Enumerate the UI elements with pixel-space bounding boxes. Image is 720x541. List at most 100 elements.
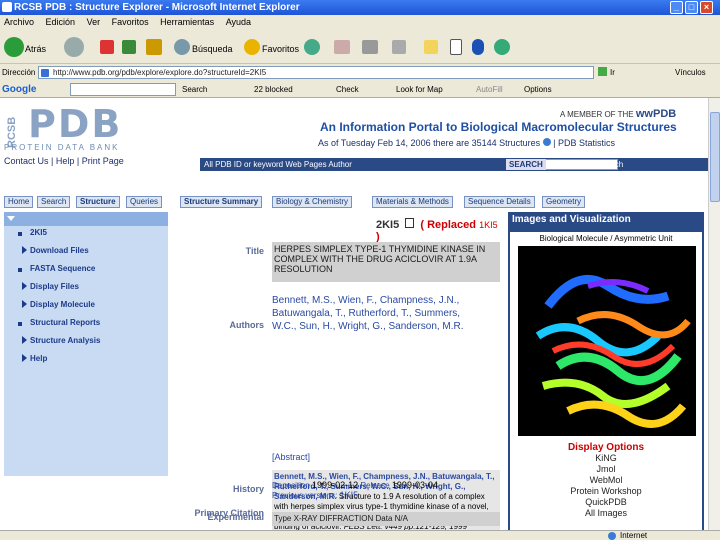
history-dates: Deposition 1999-02-12 Release 1999-03-04 [272, 480, 438, 490]
research-icon[interactable] [450, 39, 462, 55]
replaced-id-link[interactable]: 1KI5 [479, 220, 498, 230]
nav-item-help[interactable]: Help [30, 354, 47, 363]
protein-structure-render [518, 246, 696, 436]
go-arrow-icon[interactable] [598, 67, 607, 76]
option-king[interactable]: KiNG [510, 453, 702, 464]
previous-version-link[interactable]: 1KI5 [340, 490, 359, 500]
search-label[interactable]: Búsqueda [192, 44, 233, 54]
structure-count-text: As of Tuesday Feb 14, 2006 there are 351… [318, 138, 616, 148]
tab-bar: Home Search Structure Queries Structure … [4, 196, 704, 208]
pdb-statistics-link[interactable]: PDB Statistics [558, 138, 615, 148]
page-viewport: RCSB PDB PROTEIN DATA BANK A MEMBER OF T… [0, 98, 708, 530]
people-icon[interactable] [494, 39, 510, 55]
home-icon[interactable] [146, 39, 162, 55]
scroll-thumb[interactable] [710, 112, 720, 202]
menu-edicion[interactable]: Edición [46, 17, 76, 27]
google-search-input[interactable] [70, 83, 176, 96]
bullet-icon [18, 268, 22, 272]
authors-label: Authors [229, 320, 265, 330]
popup-blocked-label[interactable]: 22 blocked [254, 81, 293, 98]
address-url: http://www.pdb.org/pdb/explore/explore.d… [53, 68, 267, 77]
search-button[interactable]: SEARCH [506, 159, 546, 170]
maximize-button[interactable]: □ [685, 1, 698, 14]
look-for-map-button[interactable]: Look for Map [396, 81, 443, 98]
nav-item-download-files[interactable]: Download Files [30, 246, 89, 255]
close-button[interactable]: × [700, 1, 713, 14]
go-label[interactable]: Ir [610, 64, 615, 81]
edit-icon[interactable] [392, 40, 406, 54]
window-title-bar: RCSB PDB : Structure Explorer - Microsof… [0, 0, 720, 15]
authors-value[interactable]: Bennett, M.S., Wien, F., Champness, J.N.… [272, 294, 482, 333]
spell-check-button[interactable]: Check [336, 81, 359, 98]
abstract-link[interactable]: [Abstract] [272, 452, 310, 462]
links-label[interactable]: Vínculos [675, 64, 706, 81]
history-icon[interactable] [304, 39, 320, 55]
favorites-star-icon[interactable] [244, 39, 260, 55]
address-input[interactable]: http://www.pdb.org/pdb/explore/explore.d… [38, 66, 594, 79]
search-bar: All PDB ID or keyword Web Pages Author S… [200, 158, 708, 171]
tab-biology-chemistry[interactable]: Biology & Chemistry [272, 196, 353, 208]
nav-item-display-molecule[interactable]: Display Molecule [30, 300, 95, 309]
favorites-label[interactable]: Favoritos [262, 44, 299, 54]
title-label: Title [245, 246, 264, 256]
print-icon[interactable] [362, 40, 378, 54]
search-options[interactable]: All PDB ID or keyword Web Pages Author [204, 160, 352, 169]
nav-item-fasta-sequence[interactable]: FASTA Sequence [30, 264, 95, 273]
option-protein-workshop[interactable]: Protein Workshop [510, 486, 702, 497]
menu-bar: Archivo Edición Ver Favoritos Herramient… [0, 15, 720, 30]
option-all-images[interactable]: All Images [510, 508, 702, 519]
window-title: RCSB PDB : Structure Explorer - Microsof… [14, 2, 300, 13]
arrow-icon [22, 336, 27, 344]
bullet-icon [18, 232, 22, 236]
option-jmol[interactable]: Jmol [510, 464, 702, 475]
messenger-icon[interactable] [424, 40, 438, 54]
title-value: HERPES SIMPLEX TYPE-1 THYMIDINE KINASE I… [272, 242, 500, 282]
tab-materials-methods[interactable]: Materials & Methods [372, 196, 453, 208]
search-icon[interactable] [174, 39, 190, 55]
menu-favoritos[interactable]: Favoritos [112, 17, 149, 27]
status-bar: Internet [0, 530, 720, 540]
images-panel: Images and Visualization Biological Mole… [508, 212, 704, 530]
collapse-triangle-icon[interactable] [7, 216, 15, 221]
refresh-icon[interactable] [122, 40, 136, 54]
back-arrow-icon[interactable] [4, 37, 24, 57]
bluetooth-icon[interactable] [472, 39, 484, 55]
menu-ver[interactable]: Ver [87, 17, 101, 27]
stop-icon[interactable] [100, 40, 114, 54]
nav-item-structural-reports[interactable]: Structural Reports [30, 318, 100, 327]
ie-icon [2, 2, 12, 12]
google-toolbar: Google Search 22 blocked Check Look for … [0, 81, 720, 98]
google-search-button[interactable]: Search [182, 81, 207, 98]
google-logo[interactable]: Google [2, 81, 36, 98]
tab-queries[interactable]: Queries [126, 196, 163, 208]
option-quickpdb[interactable]: QuickPDB [510, 497, 702, 508]
tab-sequence-details[interactable]: Sequence Details [464, 196, 535, 208]
back-label[interactable]: Atrás [25, 44, 46, 54]
top-links[interactable]: Contact Us | Help | Print Page [4, 156, 124, 166]
pdb-logo[interactable]: PDB [28, 105, 153, 143]
nav-item-structure-analysis[interactable]: Structure Analysis [30, 336, 100, 345]
menu-herramientas[interactable]: Herramientas [160, 17, 214, 27]
summary-lower: [Abstract] History Deposition 1999-02-12… [180, 452, 504, 530]
tab-geometry[interactable]: Geometry [542, 196, 586, 208]
vertical-scrollbar[interactable] [708, 98, 720, 530]
advanced-search-link[interactable]: Advanced Search [560, 158, 623, 171]
portal-heading: An Information Portal to Biological Macr… [320, 120, 677, 134]
option-webmol[interactable]: WebMol [510, 475, 702, 486]
forward-arrow-icon[interactable] [64, 37, 84, 57]
mail-icon[interactable] [334, 40, 350, 54]
autofill-button[interactable]: AutoFill [476, 81, 503, 98]
tab-structure[interactable]: Structure [76, 196, 120, 208]
molecule-image[interactable] [518, 246, 696, 436]
tab-home[interactable]: Home [4, 196, 34, 208]
arrow-icon [22, 282, 27, 290]
tab-search[interactable]: Search [37, 196, 71, 208]
menu-ayuda[interactable]: Ayuda [226, 17, 251, 27]
nav-item-display-files[interactable]: Display Files [30, 282, 79, 291]
menu-archivo[interactable]: Archivo [4, 17, 34, 27]
tab-structure-summary[interactable]: Structure Summary [180, 196, 263, 208]
options-button[interactable]: Options [524, 81, 552, 98]
nav-item-2ki5[interactable]: 2KI5 [30, 228, 47, 237]
minimize-button[interactable]: _ [670, 1, 683, 14]
pdb-subtitle: PROTEIN DATA BANK [4, 143, 120, 152]
